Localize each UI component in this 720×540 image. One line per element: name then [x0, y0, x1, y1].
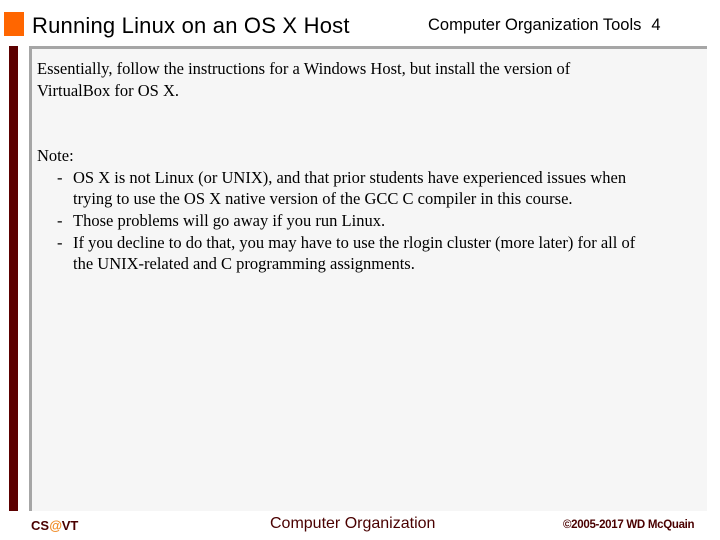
page-number: 4 [651, 16, 661, 34]
bullet-text-line-1: Those problems will go away if you run L… [73, 210, 386, 230]
bullet-item: - OS X is not Linux (or UNIX), and that … [37, 167, 697, 210]
footer-course-title: Computer Organization [270, 515, 436, 532]
slide-body: Essentially, follow the instructions for… [37, 58, 697, 275]
intro-line-2: VirtualBox for OS X. [37, 80, 179, 100]
bullet-item: - Those problems will go away if you run… [37, 210, 697, 232]
bullet-item: - If you decline to do that, you may hav… [37, 232, 697, 275]
footer-institution: CS@VT [31, 518, 78, 533]
footer-vt: VT [61, 518, 79, 533]
bullet-text-line-2: the UNIX-related and C programming assig… [73, 254, 415, 274]
bullet-text-line-1: If you decline to do that, you may have … [73, 232, 636, 252]
slide-title: Running Linux on an OS X Host [32, 13, 350, 38]
footer-copyright: ©2005-2017 WD McQuain [563, 519, 695, 531]
bullet-dash: - [57, 210, 63, 230]
intro-paragraph: Essentially, follow the instructions for… [37, 58, 697, 101]
bullet-text-line-2: trying to use the OS X native version of… [73, 189, 573, 209]
note-label: Note: [37, 146, 74, 166]
footer-cs: CS [31, 518, 50, 533]
left-accent-bar [9, 46, 18, 511]
bullet-text-line-1: OS X is not Linux (or UNIX), and that pr… [73, 167, 627, 187]
course-name: Computer Organization Tools [428, 16, 642, 34]
footer-at-sign: @ [49, 518, 62, 533]
title-accent-square [4, 12, 24, 36]
bullet-dash: - [57, 167, 63, 187]
intro-line-1: Essentially, follow the instructions for… [37, 59, 571, 78]
header-course: Computer Organization Tools 4 [428, 16, 661, 35]
bullet-dash: - [57, 232, 63, 252]
note-bullet-list: - OS X is not Linux (or UNIX), and that … [37, 167, 697, 275]
